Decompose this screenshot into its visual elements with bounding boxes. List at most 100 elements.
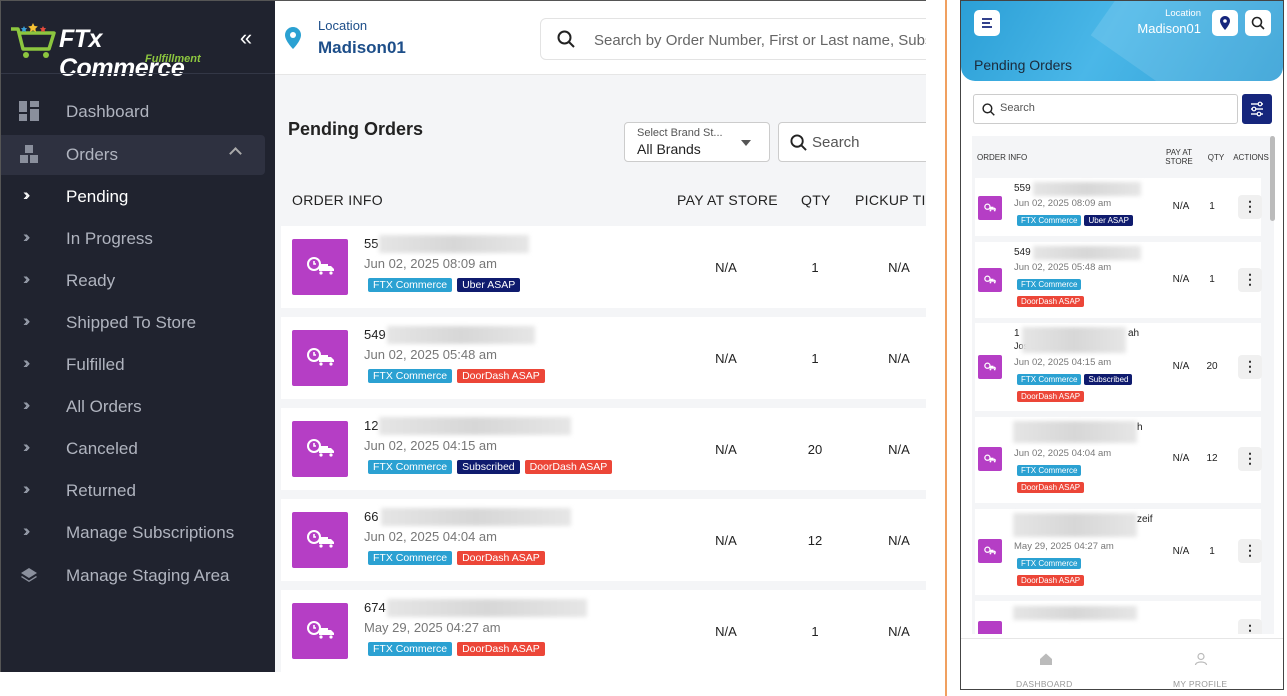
order-number[interactable]: 1 [1014,328,1020,339]
double-chevron-icon: ›› [23,395,31,414]
search-icon [790,134,807,151]
row-actions-kebab-icon[interactable]: ⋮ [1238,355,1262,379]
sidebar-item-label: Canceled [66,439,138,458]
redacted-customer-name [1013,606,1137,620]
qty: 1 [1209,201,1215,212]
row-actions-kebab-icon[interactable]: ⋮ [1238,447,1262,471]
list-item[interactable]: 559 Jun 02, 2025 08:09 am FTX Commerce Ub… [975,178,1262,236]
location-button[interactable] [1212,10,1238,36]
table-row[interactable]: 549 Jun 02, 2025 05:48 am FTX Commerce Do… [281,317,926,399]
search-icon [982,103,995,116]
sidebar-item-all-orders[interactable]: ›› All Orders [1,387,275,427]
bottom-nav-dashboard[interactable]: DASHBOARD [1016,679,1073,689]
row-actions-kebab-icon[interactable]: ⋮ [1238,268,1262,292]
sidebar-item-in-progress[interactable]: ›› In Progress [1,219,275,259]
brand-store-select[interactable]: Select Brand St... All Brands [624,122,770,162]
pay-at-store: N/A [715,260,737,275]
order-number[interactable]: 674 [364,600,386,615]
sidebar-item-label: Ready [66,271,116,290]
search-button[interactable] [1245,10,1271,36]
double-chevron-icon: ›› [23,521,31,540]
order-tags: FTX Commerce DoorDash ASAP [368,369,550,384]
order-number[interactable]: 559 [1014,183,1031,194]
redacted-customer-name [381,508,571,526]
customer-name-fragment: h [1137,422,1143,433]
row-actions-kebab-icon[interactable]: ⋮ [1238,195,1262,219]
tag-ftx-commerce: FTX Commerce [1017,279,1082,290]
tag-doordash-asap: DoorDash ASAP [457,369,545,383]
tag-doordash-asap: DoorDash ASAP [1017,575,1085,586]
filter-button[interactable] [1242,94,1272,124]
sidebar-item-canceled[interactable]: ›› Canceled [1,429,275,469]
double-chevron-icon: ›› [23,269,31,288]
order-tags: FTX Commerce Uber ASAP [1017,215,1136,233]
order-tags: DoorDash ASAP [1017,575,1087,593]
qty: 12 [807,533,823,548]
order-number[interactable]: 549 [364,327,386,342]
double-chevron-icon: ›› [23,437,31,456]
column-header-pay-at-store: PAY AT STORE [677,192,778,208]
tag-ftx-commerce: FTX Commerce [368,642,453,656]
order-number[interactable]: 55 [364,236,378,251]
location-value[interactable]: Madison01 [1121,21,1201,36]
pay-at-store: N/A [715,442,737,457]
sidebar-item-label: Manage Subscriptions [66,523,235,542]
view-divider [945,0,947,696]
order-number[interactable]: 549 [1014,247,1031,258]
order-tags: FTX Commerce DoorDash ASAP [368,551,550,566]
desktop-view: FTx Commerce Fulfillment « Dashboard Ord… [0,0,926,672]
list-item[interactable]: zeif May 29, 2025 04:27 am FTX Commerce … [975,509,1262,595]
list-item[interactable]: h Jun 02, 2025 04:04 am FTX Commerce Doo… [975,417,1262,503]
bottom-nav-my-profile[interactable]: MY PROFILE [1173,679,1227,689]
top-header: Location Madison01 Search by Order Numbe… [275,1,926,75]
delivery-truck-icon [292,603,348,659]
pay-at-store: N/A [1172,361,1190,372]
boxes-icon [20,145,38,163]
sidebar-item-manage-subscriptions[interactable]: ›› Manage Subscriptions [1,513,275,553]
delivery-truck-icon [292,239,348,295]
sidebar-item-ready[interactable]: ›› Ready [1,261,275,301]
table-row[interactable]: 12 Jun 02, 2025 04:15 am FTX Commerce Sub… [281,408,926,490]
global-search-input[interactable]: Search by Order Number, First or Last na… [540,18,926,60]
menu-button[interactable] [974,10,1000,36]
order-tags: FTX Commerce DoorDash ASAP [368,642,550,657]
delivery-truck-icon [292,330,348,386]
qty: 12 [1206,453,1218,464]
tag-doordash-asap: DoorDash ASAP [1017,296,1085,307]
logo-subtitle: Fulfillment [145,53,201,65]
sidebar-item-dashboard[interactable]: Dashboard [1,92,275,132]
pickup-time: N/A [888,442,910,457]
collapse-sidebar-icon[interactable]: « [233,25,259,51]
table-row[interactable]: 674 May 29, 2025 04:27 am FTX Commerce Do… [281,590,926,672]
list-item[interactable]: 549 Jun 02, 2025 05:48 am FTX Commerce D… [975,242,1262,318]
app-logo[interactable]: FTx Commerce Fulfillment [9,15,209,82]
tag-ftx-commerce: FTX Commerce [368,551,453,565]
tag-subscribed: Subscribed [457,460,520,474]
search-placeholder: Search by Order Number, First or Last na… [594,32,926,49]
order-tags: FTX Commerce [1017,465,1084,483]
order-number[interactable]: 12 [364,418,378,433]
list-item[interactable]: ⋮ [975,601,1262,634]
location-value[interactable]: Madison01 [318,38,406,58]
sidebar-item-shipped-to-store[interactable]: ›› Shipped To Store [1,303,275,343]
dashboard-icon [19,101,39,121]
table-row[interactable]: 66 Jun 02, 2025 04:04 am FTX Commerce Doo… [281,499,926,581]
redacted-customer-name [379,235,529,253]
sidebar-item-manage-staging-area[interactable]: Manage Staging Area [1,556,275,596]
sidebar-item-orders[interactable]: Orders [1,135,265,175]
list-item[interactable]: 1 Joshi ah Jun 02, 2025 04:15 am FTX Com… [975,323,1262,411]
mobile-search-input[interactable]: Search [973,94,1238,124]
scrollbar-thumb[interactable] [1270,136,1275,221]
qty: 20 [1206,361,1218,372]
sidebar-item-returned[interactable]: ›› Returned [1,471,275,511]
orders-search-input[interactable]: Search [778,122,926,162]
tag-ftx-commerce: FTX Commerce [368,369,453,383]
table-row[interactable]: 55 Jun 02, 2025 08:09 am FTX Commerce Ube… [281,226,926,308]
sidebar-item-fulfilled[interactable]: ›› Fulfilled [1,345,275,385]
order-number[interactable]: 66 [364,509,378,524]
row-actions-kebab-icon[interactable]: ⋮ [1238,619,1262,634]
hamburger-icon [982,18,992,28]
row-actions-kebab-icon[interactable]: ⋮ [1238,539,1262,563]
redacted-customer-name [387,599,587,617]
sidebar-item-pending[interactable]: ›› Pending [1,177,275,217]
